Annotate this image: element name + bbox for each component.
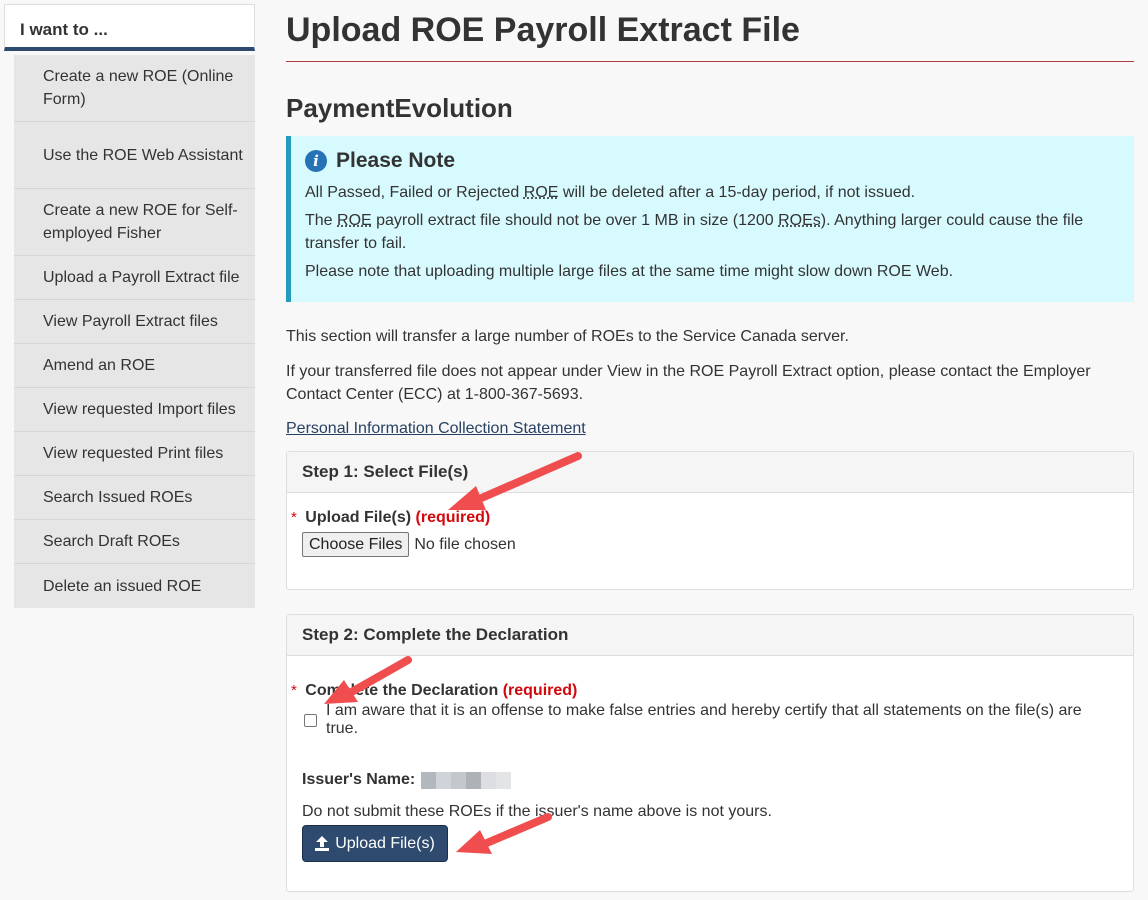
issuer-warning: Do not submit these ROEs if the issuer's… [302, 803, 772, 820]
note-text: All Passed, Failed or Rejected [305, 184, 524, 201]
note-line-1: All Passed, Failed or Rejected ROE will … [305, 181, 1119, 204]
required-text: (required) [502, 682, 578, 699]
step2-heading: Step 2: Complete the Declaration [287, 615, 1133, 656]
required-star: * [291, 682, 297, 699]
sidebar-item-import-files[interactable]: View requested Import files [14, 388, 255, 432]
declaration-row: I am aware that it is an offense to make… [303, 702, 1118, 738]
note-text: The [305, 212, 338, 229]
abbr-roes: ROEs [778, 212, 821, 229]
sidebar-nav: I want to ... Create a new ROE (Online F… [4, 4, 255, 608]
required-text: (required) [415, 509, 491, 526]
sidebar-item-label: Search Draft ROEs [43, 533, 180, 550]
note-line-2: The ROE payroll extract file should not … [305, 209, 1119, 255]
info-icon: i [305, 150, 327, 172]
sidebar-item-self-employed-fisher[interactable]: Create a new ROE for Self-employed Fishe… [14, 189, 255, 256]
step1-panel: Step 1: Select File(s) * Upload File(s) … [286, 451, 1134, 590]
declaration-checkbox[interactable] [304, 713, 317, 727]
page-title: Upload ROE Payroll Extract File [286, 10, 1134, 62]
declaration-text: I am aware that it is an offense to make… [326, 702, 1082, 737]
sidebar-item-create-roe-online[interactable]: Create a new ROE (Online Form) [14, 55, 255, 122]
note-heading-row: i Please Note [305, 149, 1119, 173]
sidebar-item-label: Create a new ROE (Online Form) [43, 68, 234, 108]
sidebar-item-web-assistant[interactable]: Use the ROE Web Assistant [14, 122, 255, 189]
file-input: Choose Files No file chosen [302, 532, 1118, 557]
sidebar-menu: Create a new ROE (Online Form) Use the R… [14, 55, 255, 608]
sidebar-item-label: Search Issued ROEs [43, 489, 193, 506]
note-heading: Please Note [336, 149, 456, 172]
sidebar-item-label: Amend an ROE [43, 357, 156, 374]
upload-files-label: Upload File(s) [335, 834, 435, 852]
abbr-roe: ROE [523, 184, 559, 201]
sidebar-item-view-payroll-extract[interactable]: View Payroll Extract files [14, 300, 255, 344]
step2-body: * Complete the Declaration (required) I … [287, 656, 1133, 821]
step2-panel: Step 2: Complete the Declaration * Compl… [286, 614, 1134, 892]
sidebar-item-label: View requested Import files [43, 401, 236, 418]
contact-paragraph: If your transferred file does not appear… [286, 363, 1091, 403]
sidebar-item-search-issued[interactable]: Search Issued ROEs [14, 476, 255, 520]
sidebar-item-label: View requested Print files [43, 445, 224, 462]
intro-paragraph: This section will transfer a large numbe… [286, 328, 849, 345]
sidebar-item-upload-payroll-extract[interactable]: Upload a Payroll Extract file [14, 256, 255, 300]
sidebar-item-label: Delete an issued ROE [43, 577, 202, 595]
upload-files-label: Upload File(s) [305, 509, 412, 526]
sidebar-item-label: View Payroll Extract files [43, 313, 218, 330]
note-line-3: Please note that uploading multiple larg… [305, 263, 954, 280]
sidebar-item-label: Create a new ROE for Self-employed Fishe… [43, 202, 238, 242]
please-note-alert: i Please Note All Passed, Failed or Reje… [286, 136, 1134, 302]
organization-name: PaymentEvolution [286, 93, 513, 123]
declaration-label: Complete the Declaration [305, 682, 499, 699]
step1-heading: Step 1: Select File(s) [287, 452, 1133, 493]
privacy-statement-link[interactable]: Personal Information Collection Statemen… [286, 420, 586, 437]
sidebar-item-search-draft[interactable]: Search Draft ROEs [14, 520, 255, 564]
upload-files-button[interactable]: Upload File(s) [302, 825, 448, 862]
issuer-label: Issuer's Name: [302, 771, 416, 788]
file-status: No file chosen [414, 535, 516, 553]
note-text: payroll extract file should not be over … [371, 212, 779, 229]
issuer-name-redacted [421, 771, 512, 789]
sidebar-item-label: Upload a Payroll Extract file [43, 269, 240, 286]
required-star: * [291, 509, 297, 526]
step1-body: * Upload File(s) (required) Choose Files… [287, 493, 1133, 557]
issuer-row: Issuer's Name: [302, 771, 1118, 789]
note-text: will be deleted after a 15-day period, i… [558, 184, 916, 201]
abbr-roe: ROE [337, 212, 372, 229]
choose-files-button[interactable]: Choose Files [302, 532, 410, 557]
upload-icon [315, 836, 330, 851]
sidebar-item-amend-roe[interactable]: Amend an ROE [14, 344, 255, 388]
sidebar-item-label: Use the ROE Web Assistant [43, 146, 243, 164]
sidebar-item-print-files[interactable]: View requested Print files [14, 432, 255, 476]
sidebar-heading: I want to ... [4, 4, 255, 51]
sidebar-item-delete-issued[interactable]: Delete an issued ROE [14, 564, 255, 608]
